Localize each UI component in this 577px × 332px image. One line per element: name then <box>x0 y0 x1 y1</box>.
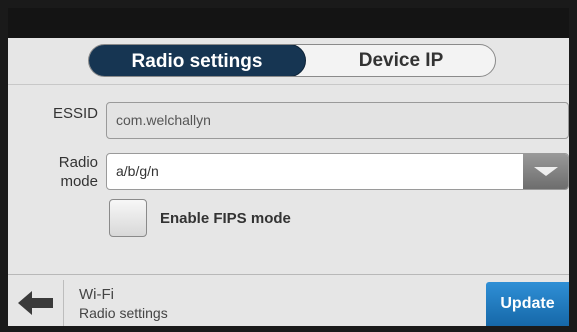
tab-bar: Radio settings Device IP <box>88 44 496 77</box>
radio-mode-value: a/b/g/n <box>116 163 159 179</box>
radio-mode-label-line2: mode <box>60 173 98 190</box>
radio-mode-select[interactable]: a/b/g/n <box>106 153 569 190</box>
radio-mode-label-line1: Radio <box>58 154 98 171</box>
footer-divider <box>8 274 569 275</box>
dropdown-button[interactable] <box>523 154 568 189</box>
device-screen: Radio settings Device IP ESSID com.welch… <box>8 8 569 326</box>
tab-radio-settings[interactable]: Radio settings <box>89 45 306 76</box>
back-button[interactable] <box>8 280 64 326</box>
fips-checkbox[interactable] <box>109 199 147 237</box>
left-arrow-icon <box>18 291 53 315</box>
breadcrumb-title: Wi-Fi <box>79 286 114 303</box>
breadcrumb-subtitle: Radio settings <box>79 305 168 321</box>
essid-field[interactable]: com.welchallyn <box>106 102 569 139</box>
radio-mode-label: Radio mode <box>36 153 98 191</box>
status-bar <box>8 8 569 38</box>
update-button[interactable]: Update <box>486 282 569 326</box>
chevron-down-icon <box>534 167 558 176</box>
essid-label: ESSID <box>52 105 98 122</box>
divider <box>8 84 569 85</box>
tab-device-ip[interactable]: Device IP <box>306 45 495 76</box>
fips-label[interactable]: Enable FIPS mode <box>160 210 291 227</box>
